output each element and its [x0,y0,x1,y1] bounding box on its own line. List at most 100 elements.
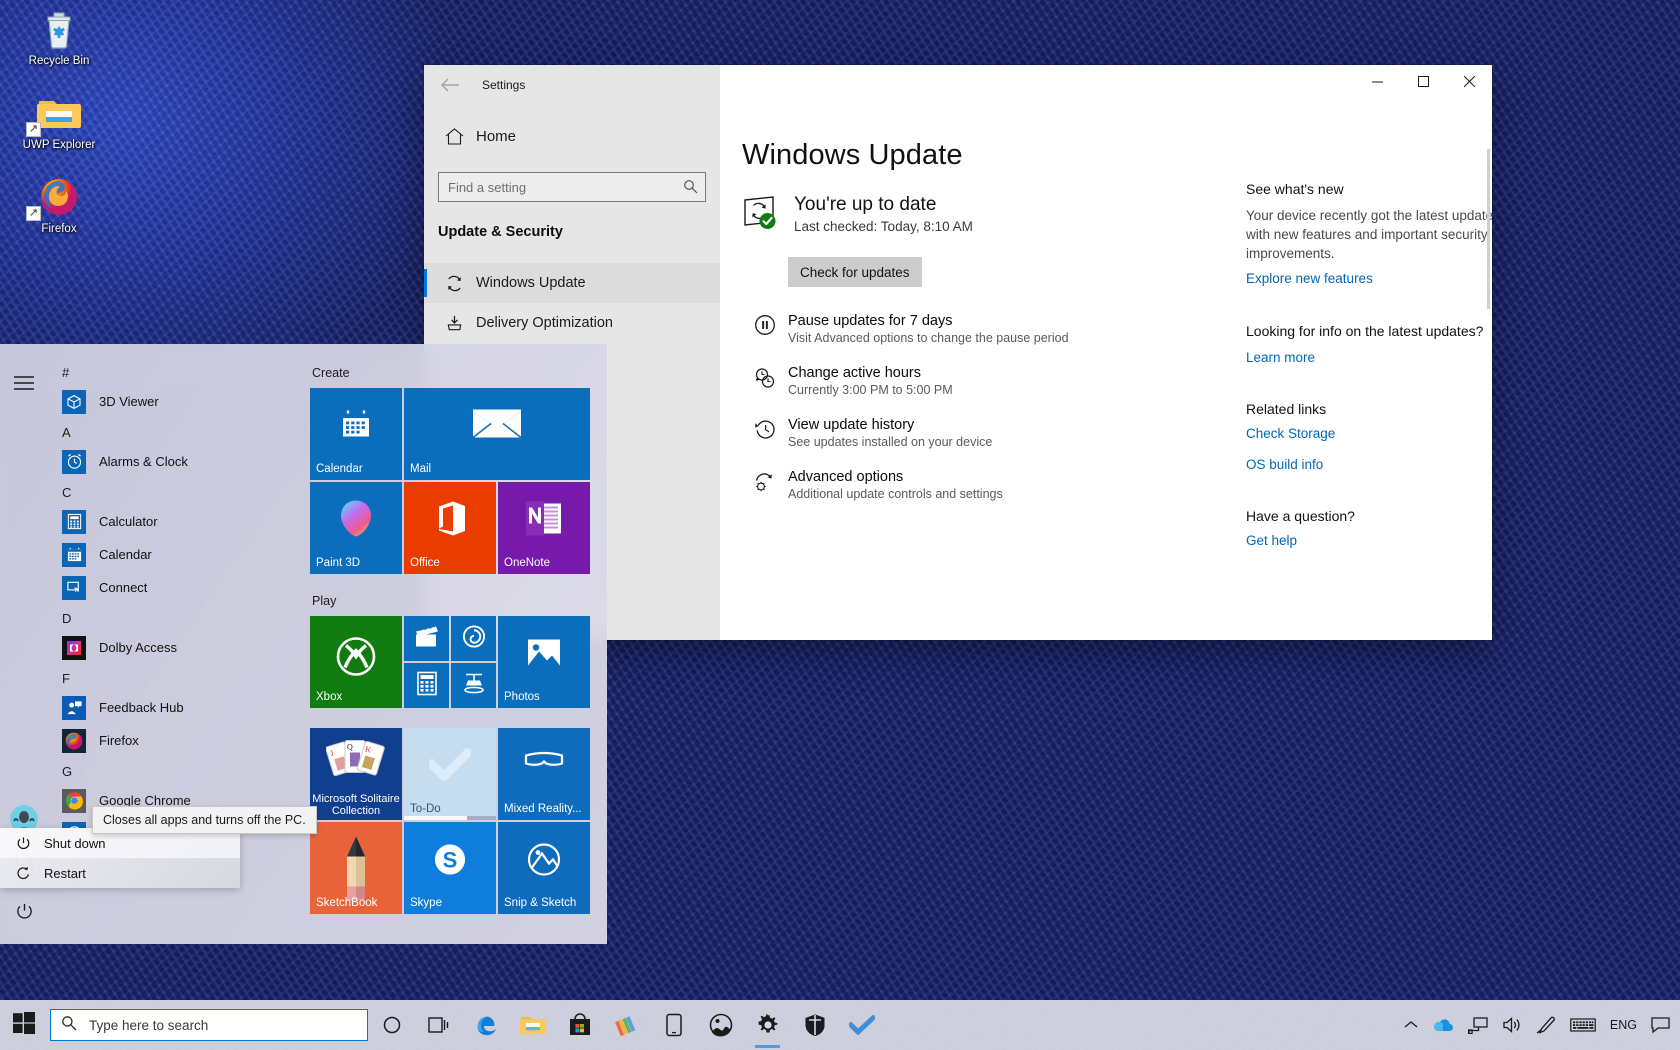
status-title: You're up to date [794,194,973,216]
explore-new-features-link[interactable]: Explore new features [1246,271,1492,286]
desktop-icon-firefox[interactable]: ↗ Firefox [18,174,100,236]
close-button[interactable] [1446,65,1492,97]
power-menu-item-restart[interactable]: Restart [0,858,240,888]
option-text: Change active hours Currently 3:00 PM to… [788,365,953,397]
tile-label: Photos [504,691,540,704]
option-title: Change active hours [788,365,953,381]
back-button[interactable] [428,69,472,101]
option-view-update-history[interactable]: View update history See updates installe… [742,417,1228,449]
photos-icon [525,637,563,676]
get-help-link[interactable]: Get help [1246,533,1492,548]
app-item-firefox[interactable]: Firefox [48,724,302,757]
tile-photos[interactable]: Photos [498,616,590,708]
taskbar-windows-security-icon[interactable] [791,1000,838,1050]
taskbar-edge-icon[interactable] [462,1000,509,1050]
skype-icon: S [430,840,470,885]
start-tiles-pane: Create Calendar [302,344,607,944]
app-item-3d-viewer[interactable]: 3D Viewer [48,385,302,418]
tile-label: Snip & Sketch [504,897,576,910]
option-change-active-hours[interactable]: Change active hours Currently 3:00 PM to… [742,365,1228,397]
power-icon[interactable] [0,888,48,934]
sidebar-item-home[interactable]: Home [424,117,720,155]
app-item-dolby-access[interactable]: Dolby Access [48,631,302,664]
app-item-label: Calendar [99,547,152,562]
app-item-connect[interactable]: Connect [48,571,302,604]
learn-more-link[interactable]: Learn more [1246,350,1492,365]
sidebar-item-delivery-optimization[interactable]: Delivery Optimization [424,303,720,343]
settings-search[interactable] [438,172,706,202]
tile-movies-tv[interactable] [404,616,449,661]
app-item-calendar[interactable]: Calendar [48,538,302,571]
app-item-alarms-clock[interactable]: Alarms & Clock [48,445,302,478]
tile-mixed-reality-portal[interactable] [451,663,496,708]
sidebar-item-windows-update[interactable]: Windows Update [424,263,720,303]
option-text: Advanced options Additional update contr… [788,469,1003,501]
snip-sketch-icon [525,842,563,883]
tile-calendar[interactable]: Calendar [310,388,402,480]
taskbar-todo-icon[interactable] [838,1000,885,1050]
alpha-header: A [48,418,302,445]
maximize-button[interactable] [1400,65,1446,97]
window-title: Settings [482,78,525,92]
taskbar-microsoft-store-icon[interactable] [556,1000,603,1050]
tile-microsoft-solitaire-collection[interactable]: J Q K Microsoft Solitaire Collection [310,728,402,820]
os-build-info-link[interactable]: OS build info [1246,457,1492,472]
tile-sketchbook[interactable]: SketchBook [310,822,402,914]
chrome-icon [62,789,86,813]
tile-snip-sketch[interactable]: Snip & Sketch [498,822,590,914]
search-input[interactable] [438,172,706,202]
window-titlebar[interactable]: Settings [424,65,1492,105]
taskbar-photos-icon[interactable] [697,1000,744,1050]
show-hidden-icons-button[interactable] [1397,1000,1425,1050]
taskbar-settings-icon[interactable] [744,1000,791,1050]
taskbar-search-box[interactable]: Type here to search [50,1009,368,1041]
rail-group-latest-updates: Looking for info on the latest updates? … [1246,322,1492,365]
option-subtitle: See updates installed on your device [788,435,992,449]
taskbar-paint3d-icon[interactable] [603,1000,650,1050]
start-button[interactable] [0,1000,48,1050]
hamburger-icon[interactable] [0,360,48,406]
check-storage-link[interactable]: Check Storage [1246,426,1492,441]
tile-label: OneNote [504,557,550,570]
status-last-checked: Last checked: Today, 8:10 AM [794,219,973,234]
taskbar-your-phone-icon[interactable] [650,1000,697,1050]
tile-calculator[interactable] [404,663,449,708]
alpha-header: C [48,478,302,505]
network-icon[interactable] [1461,1000,1495,1050]
volume-icon[interactable] [1495,1000,1529,1050]
onedrive-icon[interactable] [1425,1000,1461,1050]
app-item-calculator[interactable]: Calculator [48,505,302,538]
tile-mixed-reality[interactable]: Mixed Reality... [498,728,590,820]
tile-paint-3d[interactable]: Paint 3D [310,482,402,574]
option-advanced-options[interactable]: Advanced options Additional update contr… [742,469,1228,501]
language-indicator[interactable]: ENG [1603,1000,1644,1050]
tile-groove-music[interactable] [451,616,496,661]
tile-to-do[interactable]: To-Do [404,728,496,820]
option-pause-updates[interactable]: Pause updates for 7 days Visit Advanced … [742,313,1228,345]
sidebar-item-label: Windows Update [476,275,586,291]
delivery-icon [438,314,470,333]
desktop-icon-uwp-explorer[interactable]: ↗ UWP Explorer [18,90,100,152]
desktop-icon-recycle-bin[interactable]: Recycle Bin [18,6,100,68]
pen-menu-icon[interactable] [1529,1000,1563,1050]
check-for-updates-button[interactable]: Check for updates [788,257,922,287]
taskbar-cortana-icon[interactable] [368,1000,415,1050]
scrollbar[interactable] [1487,149,1490,309]
calculator-icon [62,510,86,534]
rail-group-whats-new: See what's new Your device recently got … [1246,181,1492,286]
tile-mail[interactable]: Mail [404,388,590,480]
mixed-reality-portal-icon [461,671,487,700]
touch-keyboard-icon[interactable] [1563,1000,1603,1050]
tile-skype[interactable]: S Skype [404,822,496,914]
tile-onenote[interactable]: OneNote [498,482,590,574]
sidebar-home-label: Home [476,128,516,145]
taskbar-file-explorer-icon[interactable] [509,1000,556,1050]
tile-xbox[interactable]: Xbox [310,616,402,708]
tile-office[interactable]: Office [404,482,496,574]
connect-icon [62,576,86,600]
minimize-button[interactable] [1354,65,1400,97]
taskbar-task-view-icon[interactable] [415,1000,462,1050]
calendar-icon [339,407,373,446]
app-item-feedback-hub[interactable]: Feedback Hub [48,691,302,724]
action-center-icon[interactable] [1644,1000,1678,1050]
